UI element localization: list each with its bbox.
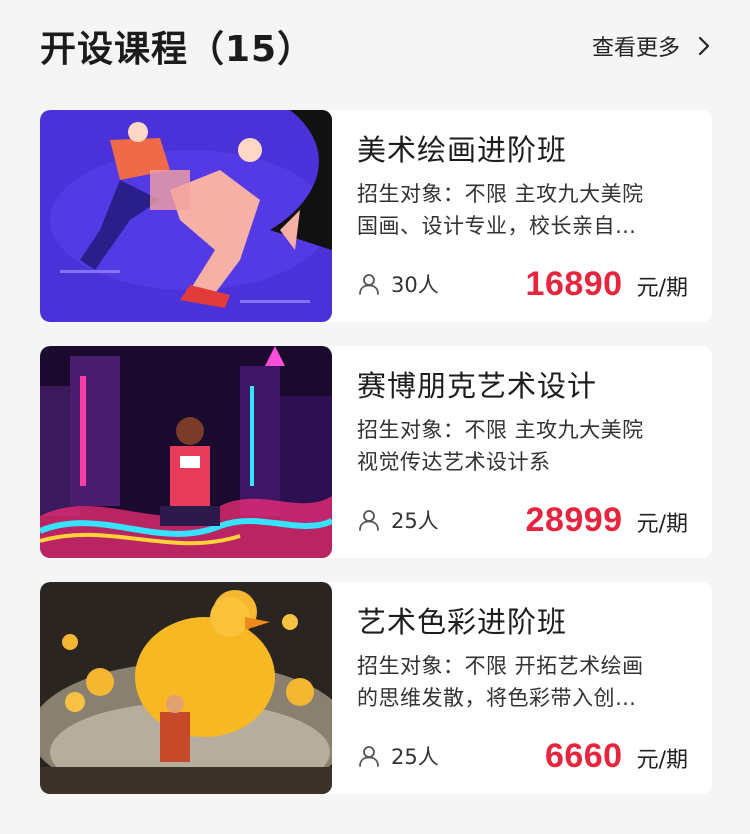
section-title: 开设课程（15） xyxy=(40,29,315,70)
course-thumbnail xyxy=(40,110,332,322)
course-price: 6660 元/期 xyxy=(545,737,688,776)
course-meta: 25人 6660 元/期 xyxy=(357,734,688,778)
course-illustration xyxy=(40,346,332,558)
course-description-line: 国画、设计专业，校长亲自… xyxy=(357,214,637,238)
course-description-line: 招生对象：不限 主攻九大美院 xyxy=(357,418,644,442)
chevron-right-icon xyxy=(698,36,710,56)
price-unit: 元/期 xyxy=(636,747,688,773)
course-description: 招生对象：不限 开拓艺术绘画 的思维发散，将色彩带入创… xyxy=(357,650,688,714)
enrollment-count: 25人 xyxy=(357,505,439,535)
course-card[interactable]: 赛博朋克艺术设计 招生对象：不限 主攻九大美院 视觉传达艺术设计系 25人 28… xyxy=(40,346,712,558)
enrollment-count: 30人 xyxy=(357,269,439,299)
course-info: 艺术色彩进阶班 招生对象：不限 开拓艺术绘画 的思维发散，将色彩带入创… 25人… xyxy=(332,582,712,794)
enrollment-count: 25人 xyxy=(357,741,439,771)
course-thumbnail xyxy=(40,582,332,794)
user-icon xyxy=(359,274,379,295)
user-icon xyxy=(359,746,379,767)
course-card[interactable]: 美术绘画进阶班 招生对象：不限 主攻九大美院 国画、设计专业，校长亲自… 30人… xyxy=(40,110,712,322)
course-illustration xyxy=(40,582,332,794)
price-unit: 元/期 xyxy=(636,275,688,301)
course-name: 赛博朋克艺术设计 xyxy=(357,369,598,403)
course-description-line: 视觉传达艺术设计系 xyxy=(357,450,551,474)
course-description-line: 的思维发散，将色彩带入创… xyxy=(357,686,637,710)
section-header: 开设课程（15） 查看更多 xyxy=(40,22,714,70)
enrollment-text: 25人 xyxy=(391,509,439,533)
course-description-line: 招生对象：不限 主攻九大美院 xyxy=(357,182,644,206)
course-description: 招生对象：不限 主攻九大美院 视觉传达艺术设计系 xyxy=(357,414,688,478)
price-unit: 元/期 xyxy=(636,511,688,537)
view-more-link[interactable]: 查看更多 xyxy=(592,30,714,62)
course-price: 16890 元/期 xyxy=(526,265,688,304)
course-meta: 25人 28999 元/期 xyxy=(357,498,688,542)
course-price: 28999 元/期 xyxy=(526,501,688,540)
course-description-line: 招生对象：不限 开拓艺术绘画 xyxy=(357,654,644,678)
course-illustration xyxy=(40,110,332,322)
course-card[interactable]: 艺术色彩进阶班 招生对象：不限 开拓艺术绘画 的思维发散，将色彩带入创… 25人… xyxy=(40,582,712,794)
course-name: 艺术色彩进阶班 xyxy=(357,605,568,639)
enrollment-text: 25人 xyxy=(391,745,439,769)
view-more-label: 查看更多 xyxy=(591,36,680,61)
course-info: 赛博朋克艺术设计 招生对象：不限 主攻九大美院 视觉传达艺术设计系 25人 28… xyxy=(332,346,712,558)
price-amount: 28999 xyxy=(525,500,623,539)
course-meta: 30人 16890 元/期 xyxy=(357,262,688,306)
course-description: 招生对象：不限 主攻九大美院 国画、设计专业，校长亲自… xyxy=(357,178,688,242)
user-icon xyxy=(359,510,379,531)
course-thumbnail xyxy=(40,346,332,558)
course-info: 美术绘画进阶班 招生对象：不限 主攻九大美院 国画、设计专业，校长亲自… 30人… xyxy=(332,110,712,322)
enrollment-text: 30人 xyxy=(391,273,439,297)
price-amount: 16890 xyxy=(525,264,623,303)
price-amount: 6660 xyxy=(544,736,623,775)
course-name: 美术绘画进阶班 xyxy=(357,133,568,167)
